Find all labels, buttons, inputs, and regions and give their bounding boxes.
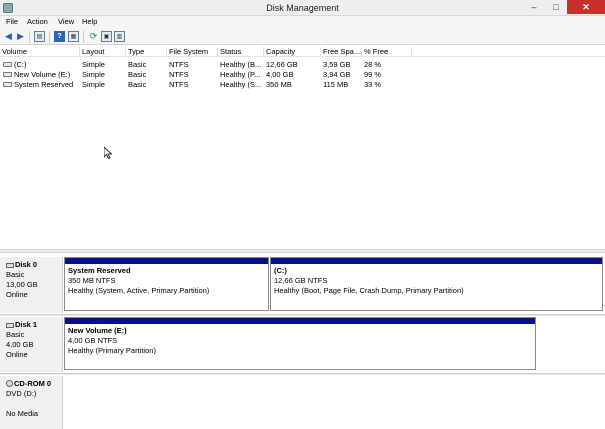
cdrom-media: No Media: [6, 409, 39, 418]
partition-system-reserved[interactable]: System Reserved 350 MB NTFS Healthy (Sys…: [64, 257, 269, 311]
volume-type: Basic: [128, 80, 147, 89]
cdrom-drive: DVD (D:): [6, 389, 37, 398]
volume-name: (C:): [14, 60, 27, 69]
volume-row[interactable]: New Volume (E:) Simple Basic NTFS Health…: [0, 70, 605, 80]
volume-status: Healthy (S...: [220, 80, 262, 89]
volume-free: 115 MB: [323, 80, 349, 89]
partition-size: 12,66 GB NTFS: [274, 276, 328, 285]
volume-type: Basic: [128, 60, 147, 69]
menu-bar: File Action View Help: [0, 16, 605, 29]
column-volume[interactable]: Volume: [0, 47, 80, 57]
volume-name: System Reserved: [14, 80, 74, 89]
disk-0-label[interactable]: Disk 0 Basic 13,00 GB Online: [0, 257, 63, 313]
volume-layout: Simple: [82, 70, 105, 79]
close-button[interactable]: ✕: [567, 0, 605, 14]
volume-capacity: 350 MB: [266, 80, 292, 89]
cdrom-0-label[interactable]: CD-ROM 0 DVD (D:) No Media: [0, 376, 63, 429]
cd-icon: [6, 380, 13, 387]
partition-name: New Volume (E:): [68, 326, 127, 335]
volume-status: Healthy (B...: [220, 60, 262, 69]
volume-fs: NTFS: [169, 70, 189, 79]
partition-size: 4,00 GB NTFS: [68, 336, 118, 345]
refresh-icon[interactable]: ⟳: [88, 31, 99, 42]
volume-icon: [3, 82, 12, 87]
volume-name: New Volume (E:): [14, 70, 71, 79]
disk-icon: [6, 323, 14, 328]
disk-settings-icon[interactable]: ▥: [114, 31, 125, 42]
disk-graphical-view: Disk 0 Basic 13,00 GB Online System Rese…: [0, 253, 605, 429]
back-arrow-icon[interactable]: ◀: [3, 31, 14, 42]
rescan-disks-icon[interactable]: ▣: [101, 31, 112, 42]
disk-1-label[interactable]: Disk 1 Basic 4,00 GB Online: [0, 317, 63, 372]
column-percent-free[interactable]: % Free: [362, 47, 412, 57]
volume-free: 3,59 GB: [323, 60, 351, 69]
disk-state: Online: [6, 290, 28, 299]
volume-percent-free: 99 %: [364, 70, 382, 79]
volume-fs: NTFS: [169, 60, 189, 69]
minimize-button[interactable]: –: [523, 0, 545, 14]
cdrom-name: CD-ROM 0: [14, 379, 52, 388]
help-icon[interactable]: ?: [54, 31, 65, 42]
column-status[interactable]: Status: [218, 47, 264, 57]
partition-size: 350 MB NTFS: [68, 276, 116, 285]
menu-file[interactable]: File: [6, 17, 18, 26]
disk-type: Basic: [6, 270, 25, 279]
volume-capacity: 12,66 GB: [266, 60, 298, 69]
toolbar-separator: [83, 31, 84, 43]
volume-type: Basic: [128, 70, 147, 79]
partition-name: (C:): [274, 266, 287, 275]
volume-list-header: Volume Layout Type File System Status Ca…: [0, 46, 605, 57]
maximize-button[interactable]: □: [545, 0, 567, 14]
disk-type: Basic: [6, 330, 25, 339]
volume-status: Healthy (P...: [220, 70, 261, 79]
menu-action[interactable]: Action: [27, 17, 48, 26]
properties-icon[interactable]: ▦: [68, 31, 79, 42]
volume-percent-free: 33 %: [364, 80, 382, 89]
volume-layout: Simple: [82, 80, 105, 89]
title-bar: Disk Management – □ ✕: [0, 0, 605, 16]
disk-separator: [0, 314, 605, 316]
column-free-space[interactable]: Free Spa...: [321, 47, 362, 57]
disk-name: Disk 0: [15, 260, 38, 269]
menu-help[interactable]: Help: [82, 17, 97, 26]
disk-state: Online: [6, 350, 28, 359]
column-type[interactable]: Type: [126, 47, 167, 57]
volume-fs: NTFS: [169, 80, 189, 89]
toolbar-separator: [29, 31, 30, 43]
window-title: Disk Management: [266, 3, 339, 13]
column-layout[interactable]: Layout: [80, 47, 126, 57]
partition-status: Healthy (System, Active, Primary Partiti…: [68, 286, 210, 295]
volume-percent-free: 28 %: [364, 60, 382, 69]
menu-view[interactable]: View: [58, 17, 74, 26]
partition-c-drive[interactable]: (C:) 12,66 GB NTFS Healthy (Boot, Page F…: [270, 257, 603, 311]
column-capacity[interactable]: Capacity: [264, 47, 321, 57]
partition-new-volume-e[interactable]: New Volume (E:) 4,00 GB NTFS Healthy (Pr…: [64, 317, 536, 370]
disk-size: 13,00 GB: [6, 280, 38, 289]
disk-name: Disk 1: [15, 320, 38, 329]
volume-row[interactable]: System Reserved Simple Basic NTFS Health…: [0, 80, 605, 90]
column-file-system[interactable]: File System: [167, 47, 218, 57]
volume-list: (C:) Simple Basic NTFS Healthy (B... 12,…: [0, 58, 605, 248]
toolbar-separator: [49, 31, 50, 43]
volume-layout: Simple: [82, 60, 105, 69]
disk-icon: [6, 263, 14, 268]
console-tree-icon[interactable]: ▤: [34, 31, 45, 42]
forward-arrow-icon[interactable]: ▶: [15, 31, 26, 42]
disk-separator: [0, 373, 605, 375]
partition-status: Healthy (Primary Partition): [68, 346, 156, 355]
volume-capacity: 4,00 GB: [266, 70, 294, 79]
disk-size: 4,00 GB: [6, 340, 34, 349]
volume-free: 3,94 GB: [323, 70, 351, 79]
partition-status: Healthy (Boot, Page File, Crash Dump, Pr…: [274, 286, 464, 295]
partition-name: System Reserved: [68, 266, 131, 275]
volume-icon: [3, 62, 12, 67]
volume-row[interactable]: (C:) Simple Basic NTFS Healthy (B... 12,…: [0, 60, 605, 70]
mouse-cursor-icon: [104, 147, 112, 159]
toolbar: ◀ ▶ ▤ ? ▦ ⟳ ▣ ▥: [0, 29, 605, 45]
volume-icon: [3, 72, 12, 77]
